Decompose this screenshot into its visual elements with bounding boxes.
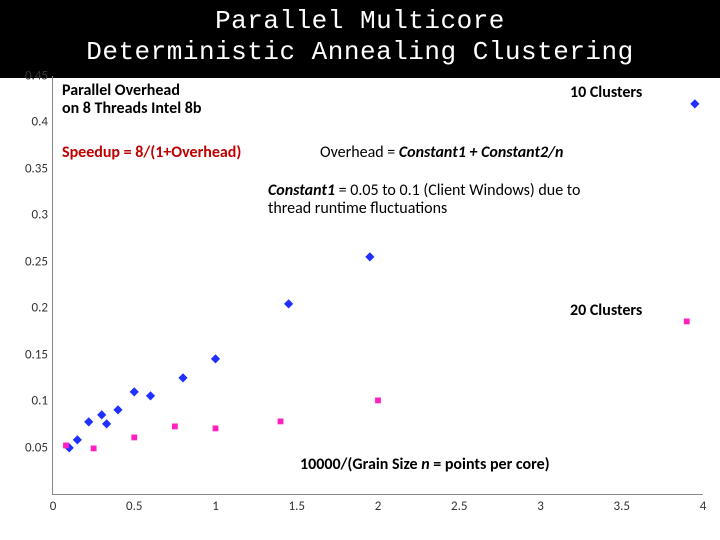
data-point: ◆ xyxy=(130,386,139,398)
data-point: ◆ xyxy=(102,418,111,430)
y-tick: 0.35 xyxy=(0,161,48,176)
x-tick: 1.5 xyxy=(289,499,305,514)
data-point: ■ xyxy=(683,316,690,328)
data-point: ■ xyxy=(212,423,219,435)
data-point: ■ xyxy=(62,440,69,452)
x-tick: 3.5 xyxy=(614,499,630,514)
constant-note: Constant1 = 0.05 to 0.1 (Client Windows)… xyxy=(268,182,580,219)
y-tick: 0.1 xyxy=(0,394,48,409)
data-point: ■ xyxy=(131,432,138,444)
y-tick: 0.15 xyxy=(0,347,48,362)
machine-label: on 8 Threads Intel 8b xyxy=(62,100,201,118)
x-tick: 4 xyxy=(700,499,707,514)
y-tick: 0.3 xyxy=(0,208,48,223)
data-point: ◆ xyxy=(84,416,93,428)
x-tick: 2 xyxy=(375,499,382,514)
overhead-formula-prefix: Overhead = xyxy=(320,143,399,162)
y-tick: 0.45 xyxy=(0,69,48,84)
y-tick: 0.4 xyxy=(0,115,48,130)
y-tick: 0.2 xyxy=(0,301,48,316)
series-a-label: 10 Clusters xyxy=(570,84,642,102)
x-label-n: n xyxy=(421,455,429,474)
page-title: Parallel Multicore Deterministic Anneali… xyxy=(0,0,720,78)
speedup-formula: Speedup = 8/(1+Overhead) xyxy=(62,144,241,162)
data-point: ◆ xyxy=(690,98,699,110)
data-point: ◆ xyxy=(211,353,220,365)
scatter-chart: 00.511.522.533.54◆◆◆◆◆◆◆◆◆◆◆◆◆■■■■■■■■ P… xyxy=(0,70,720,540)
overhead-label: Parallel Overhead xyxy=(62,82,180,100)
overhead-formula: Overhead = Constant1 + Constant2/n xyxy=(320,144,564,162)
data-point: ◆ xyxy=(178,372,187,384)
constant-note-prefix: Constant1 xyxy=(268,181,335,200)
data-point: ■ xyxy=(90,443,97,455)
x-label-suffix: = points per core) xyxy=(430,455,550,474)
plot-area: 00.511.522.533.54◆◆◆◆◆◆◆◆◆◆◆◆◆■■■■■■■■ xyxy=(52,76,703,495)
x-tick: 3 xyxy=(537,499,544,514)
x-axis-label: 10000/(Grain Size n = points per core) xyxy=(300,456,550,474)
overhead-formula-body: Constant1 + Constant2/n xyxy=(399,143,564,162)
data-point: ■ xyxy=(374,395,381,407)
x-tick: 0.5 xyxy=(126,499,142,514)
data-point: ◆ xyxy=(284,298,293,310)
x-tick: 0 xyxy=(50,499,57,514)
x-tick: 2.5 xyxy=(451,499,467,514)
data-point: ◆ xyxy=(113,404,122,416)
data-point: ◆ xyxy=(365,251,374,263)
data-point: ■ xyxy=(277,416,284,428)
data-point: ■ xyxy=(171,421,178,433)
data-point: ◆ xyxy=(146,390,155,402)
x-label-prefix: 10000/(Grain Size xyxy=(300,455,421,474)
data-point: ◆ xyxy=(73,434,82,446)
y-tick: 0.05 xyxy=(0,440,48,455)
x-tick: 1 xyxy=(212,499,219,514)
series-b-label: 20 Clusters xyxy=(570,302,642,320)
y-tick: 0.25 xyxy=(0,254,48,269)
